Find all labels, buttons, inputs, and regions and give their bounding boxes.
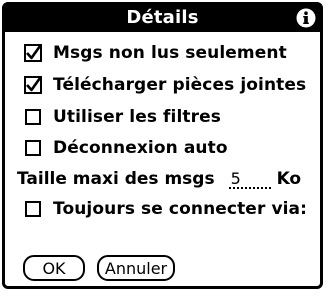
checkbox-unchecked-icon[interactable] xyxy=(23,199,43,219)
option-label-download-attachments: Télécharger pièces jointes xyxy=(53,75,307,95)
option-download-attachments[interactable]: Télécharger pièces jointes xyxy=(23,73,306,97)
option-label-unread-only: Msgs non lus seulement xyxy=(53,43,287,63)
option-label-always-connect: Toujours se connecter via: xyxy=(53,199,308,219)
max-size-unit: Ko xyxy=(276,169,302,189)
cancel-button[interactable]: Annuler xyxy=(97,255,175,281)
details-dialog: Détails Msgs non lus seulement Télécharg… xyxy=(2,2,323,289)
ok-button[interactable]: OK xyxy=(23,255,85,281)
option-always-connect[interactable]: Toujours se connecter via: xyxy=(23,197,307,221)
max-size-input[interactable] xyxy=(228,169,271,189)
option-label-auto-disconnect: Déconnexion auto xyxy=(53,138,228,158)
dialog-title: Détails xyxy=(126,7,199,28)
info-icon[interactable] xyxy=(296,8,316,28)
max-size-row: Taille maxi des msgs Ko xyxy=(17,167,301,191)
max-size-label: Taille maxi des msgs xyxy=(17,169,215,189)
option-unread-only[interactable]: Msgs non lus seulement xyxy=(23,41,287,65)
checkbox-checked-icon[interactable] xyxy=(23,75,43,95)
option-use-filters[interactable]: Utiliser les filtres xyxy=(23,105,221,129)
title-bar: Détails xyxy=(5,5,320,32)
checkbox-checked-icon[interactable] xyxy=(23,43,43,63)
option-label-use-filters: Utiliser les filtres xyxy=(53,107,221,127)
option-auto-disconnect[interactable]: Déconnexion auto xyxy=(23,136,228,160)
checkbox-unchecked-icon[interactable] xyxy=(23,138,43,158)
checkbox-unchecked-icon[interactable] xyxy=(23,107,43,127)
